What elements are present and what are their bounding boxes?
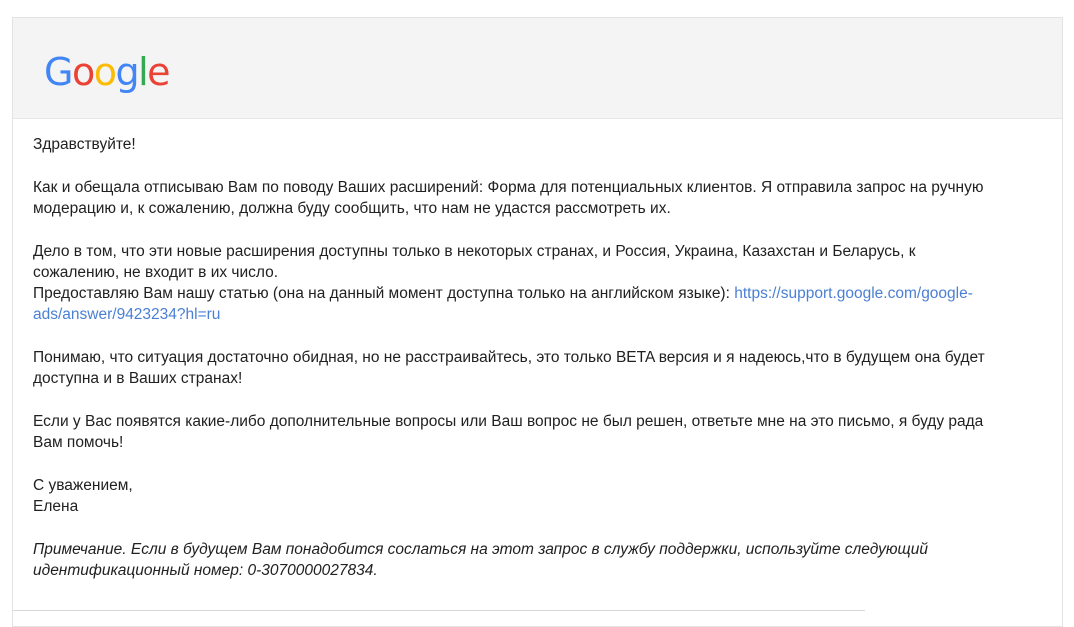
signature-name: Елена [33,498,79,515]
logo-letter-g2: g [115,50,139,94]
logo-letter-l: l [138,50,149,94]
email-body: Здравствуйте! Как и обещала отписываю Ва… [33,134,993,603]
paragraph-beta: Понимаю, что ситуация достаточно обидная… [33,349,985,387]
paragraph-availability: Дело в том, что эти новые расширения дос… [33,241,993,325]
logo-letter-g: G [44,50,73,94]
closing-text: С уважением, [33,477,133,494]
signature-block: С уважением, Елена [33,475,993,517]
logo-letter-o1: o [71,50,95,94]
article-intro-text: Предоставляю Вам нашу статью (она на дан… [33,285,735,302]
paragraph-request: Как и обещала отписываю Вам по поводу Ва… [33,179,984,217]
support-note: Примечание. Если в будущем Вам понадобит… [33,541,928,579]
paragraph-help: Если у Вас появятся какие-либо дополните… [33,413,984,451]
logo-letter-e: e [147,50,170,94]
google-logo: Google [44,50,171,94]
email-header: Google [13,18,1062,119]
footer-divider [13,610,865,611]
logo-letter-o2: o [93,50,117,94]
availability-text: Дело в том, что эти новые расширения дос… [33,243,916,281]
greeting: Здравствуйте! [33,136,136,153]
